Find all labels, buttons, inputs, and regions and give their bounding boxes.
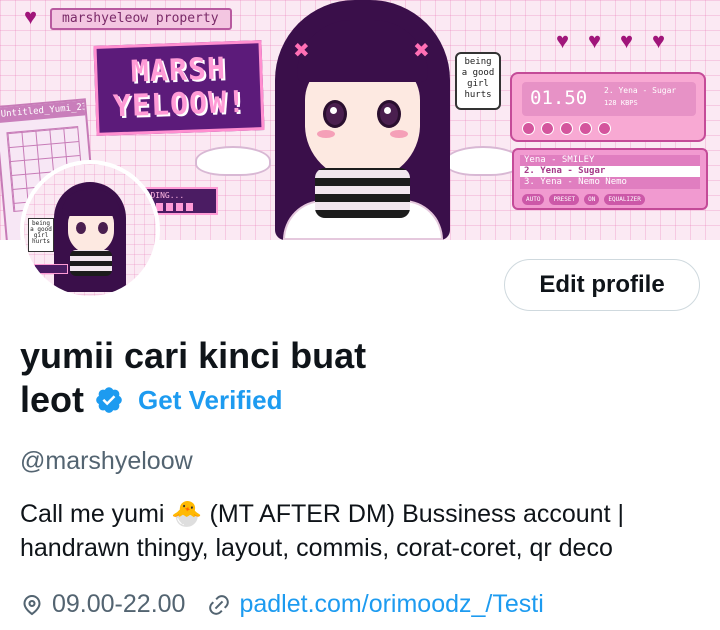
avatar-scarf — [70, 250, 112, 276]
character-blush — [317, 130, 335, 138]
banner-playlist: Yena - SMILEY 2. Yena - Sugar 3. Yena - … — [512, 148, 708, 210]
get-verified-link[interactable]: Get Verified — [138, 378, 283, 422]
link-icon — [209, 594, 230, 615]
playlist-buttons: AUTO PRESET ON EQUALIZER — [522, 194, 645, 205]
location-text: 09.00-22.00 — [52, 590, 186, 618]
player-control-icon — [522, 122, 535, 135]
heart-icon: ♥ — [588, 28, 602, 53]
location-pin-icon — [23, 594, 41, 615]
player-kbps: 128 KBPS — [604, 99, 638, 107]
profile-display-name: yumii cari kinci buat leot Get Verified — [20, 334, 440, 422]
banner-character: ✖ ✖ — [275, 0, 450, 240]
character-blush — [390, 130, 408, 138]
avatar-eye — [98, 222, 108, 234]
playlist-button: PRESET — [549, 194, 580, 205]
banner-title-line: MARSH — [130, 51, 227, 90]
heart-icon: ♥ — [24, 4, 38, 29]
speech-line: hurts — [464, 90, 492, 100]
edit-profile-button[interactable]: Edit profile — [504, 259, 700, 311]
avatar-loading-bar — [34, 264, 68, 274]
banner-music-player: 01.50 2. Yena - Sugar 128 KBPS — [510, 72, 706, 142]
banner-title-line: YELOOW! — [112, 84, 247, 125]
character-eye — [323, 100, 347, 128]
speech-line: being — [464, 57, 492, 67]
avatar-speech-bubble: being a good girl hurts — [28, 218, 54, 252]
banner-title: MARSH YELOOW! — [93, 40, 265, 136]
speech-line: girl — [467, 79, 489, 89]
display-name-line: leot — [20, 379, 85, 420]
player-display: 01.50 2. Yena - Sugar 128 KBPS — [522, 82, 696, 116]
profile-handle: @marshyeloow — [20, 447, 193, 475]
player-time: 01.50 — [530, 87, 588, 109]
bow-icon: ✖ — [293, 40, 310, 62]
avatar-image: being a good girl hurts — [24, 164, 156, 296]
player-control-icon — [579, 122, 592, 135]
playlist-item: Yena - SMILEY — [524, 155, 595, 165]
profile-website[interactable]: padlet.com/orimoodz_/Testi — [207, 590, 544, 619]
playlist-button: AUTO — [522, 194, 545, 205]
player-control-icon — [541, 122, 554, 135]
playlist-item: 3. Yena - Nemo Nemo — [524, 177, 627, 187]
player-control-icon — [560, 122, 573, 135]
character-eye — [377, 100, 401, 128]
speech-line: a good — [461, 68, 495, 78]
bio-line: Call me yumi 🐣 (MT AFTER DM) Bussiness a… — [20, 500, 624, 528]
display-name-line: yumii cari kinci buat — [20, 335, 367, 376]
character-scarf — [315, 168, 410, 218]
profile-bio: Call me yumi 🐣 (MT AFTER DM) Bussiness a… — [20, 497, 710, 565]
heart-icon: ♥ — [652, 28, 666, 53]
player-control-icon — [598, 122, 611, 135]
profile-location: 09.00-22.00 — [20, 590, 185, 619]
playlist-list: Yena - SMILEY 2. Yena - Sugar 3. Yena - … — [520, 155, 700, 189]
profile-avatar[interactable]: being a good girl hurts — [20, 160, 160, 300]
bow-icon: ✖ — [413, 40, 430, 62]
right-wing-graphic — [445, 146, 521, 176]
playlist-item: 2. Yena - Sugar — [520, 166, 700, 177]
avatar-eye — [76, 222, 86, 234]
left-wing-graphic — [195, 146, 271, 176]
display-name-line-row: leot Get Verified — [20, 378, 440, 422]
player-song: 2. Yena - Sugar — [604, 86, 677, 95]
website-link[interactable]: padlet.com/orimoodz_/Testi — [239, 590, 543, 619]
heart-icon: ♥ — [556, 28, 570, 53]
banner-window-title: Untitled_Yumi_2309 — [0, 100, 86, 124]
banner-speech-bubble: being a good girl hurts — [455, 52, 501, 110]
profile-meta: 09.00-22.00 padlet.com/orimoodz_/Testi — [20, 590, 544, 619]
avatar-speech-line: hurts — [31, 238, 51, 245]
playlist-button: EQUALIZER — [604, 194, 645, 205]
playlist-button: ON — [584, 194, 600, 205]
heart-icon: ♥ — [620, 28, 634, 53]
player-controls — [522, 122, 611, 135]
verified-badge-icon[interactable] — [94, 385, 124, 415]
bio-line: handrawn thingy, layout, commis, corat-c… — [20, 534, 613, 562]
banner-tag: marshyeleow property — [50, 8, 232, 30]
